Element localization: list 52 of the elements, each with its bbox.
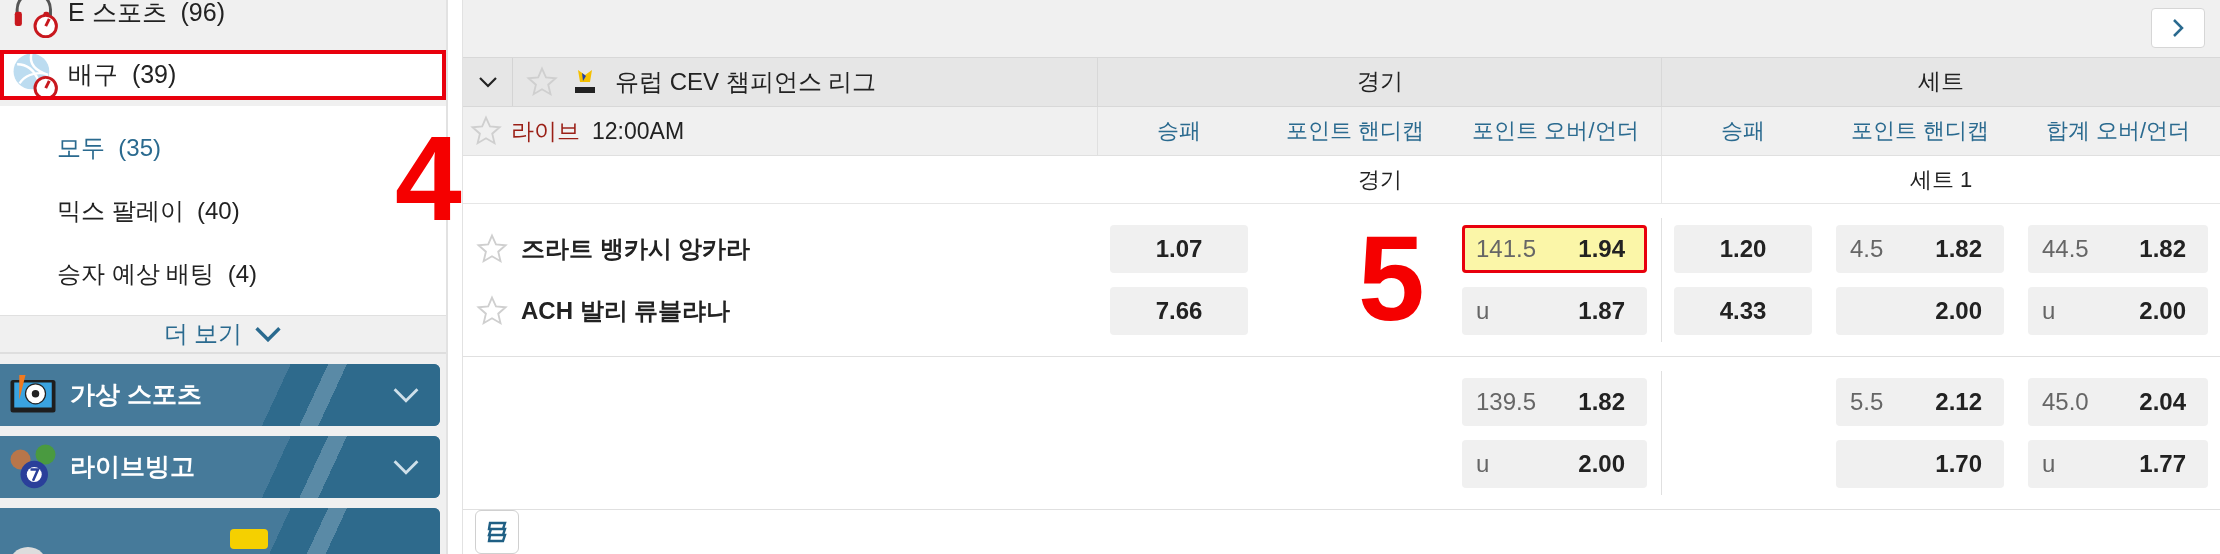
period-label: 세트 1: [1908, 166, 1974, 195]
badge: [230, 529, 268, 549]
category-label: 가상 스포츠: [70, 379, 202, 411]
star-icon[interactable]: [469, 113, 503, 148]
odds-button[interactable]: 5.5 2.12: [1836, 378, 2004, 426]
odds-button[interactable]: 4.33: [1674, 287, 1812, 335]
more-link[interactable]: 더 보기: [163, 316, 283, 352]
next-button[interactable]: [2151, 8, 2205, 49]
league-name: 유럽 CEV 챔피언스 리그: [615, 66, 877, 97]
odds-button[interactable]: 141.5 1.94: [1462, 225, 1647, 273]
column-header: 승패: [1720, 117, 1766, 146]
odds-button[interactable]: 1.07: [1110, 225, 1248, 273]
odds-button[interactable]: u 2.00: [1462, 440, 1647, 488]
column-header: 포인트 핸디캡: [1849, 117, 1991, 146]
star-icon[interactable]: [475, 294, 509, 328]
chevron-down-icon: [392, 459, 420, 475]
column-group-header: 세트: [1917, 67, 1965, 97]
odds-button[interactable]: 7.66: [1110, 287, 1248, 335]
stack-icon: [485, 520, 509, 544]
chevron-down-icon[interactable]: [477, 75, 498, 88]
chevron-right-icon: [2172, 18, 2184, 39]
column-group-header: 경기: [1098, 57, 1662, 106]
column-header: 승패: [1156, 117, 1202, 146]
odds-button[interactable]: 1.20: [1674, 225, 1812, 273]
annotation-number: 5: [1358, 218, 1425, 338]
team-name: 즈라트 뱅카시 앙카라: [521, 234, 751, 264]
odds-button[interactable]: 2.00: [1836, 287, 2004, 335]
chevron-down-icon: [254, 326, 283, 342]
odds-button[interactable]: u 1.87: [1462, 287, 1647, 335]
sport-label: 배구 (39): [68, 59, 177, 91]
sport-item[interactable]: 배구 (39): [0, 50, 446, 100]
odds-button[interactable]: u 2.00: [2028, 287, 2208, 335]
category-label: 라이브빙고: [70, 451, 195, 483]
team-name: ACH 발리 류블랴나: [521, 296, 731, 326]
market-filter-item[interactable]: 승자 예상 배팅 (4): [0, 242, 446, 305]
odds-button[interactable]: 1.70: [1836, 440, 2004, 488]
star-icon[interactable]: [475, 232, 509, 266]
column-header: 포인트 오버/언더: [1450, 106, 1662, 156]
layout-button[interactable]: [475, 510, 519, 554]
sport-label: E 스포츠 (96): [68, 0, 225, 29]
column-header: 합계 오버/언더: [2044, 117, 2192, 146]
column-header: 포인트 핸디캡: [1284, 117, 1426, 146]
odds-button[interactable]: 139.5 1.82: [1462, 378, 1647, 426]
odds-button[interactable]: u 1.77: [2028, 440, 2208, 488]
odds-button[interactable]: 4.5 1.82: [1836, 225, 2004, 273]
odds-button[interactable]: 44.5 1.82: [2028, 225, 2208, 273]
match-time: 12:00AM: [592, 116, 685, 146]
odds-button[interactable]: 45.0 2.04: [2028, 378, 2208, 426]
annotation-number: 4: [395, 118, 462, 238]
live-label: 라이브: [511, 116, 580, 146]
chevron-down-icon: [392, 387, 420, 403]
period-label: 경기: [1098, 156, 1662, 203]
